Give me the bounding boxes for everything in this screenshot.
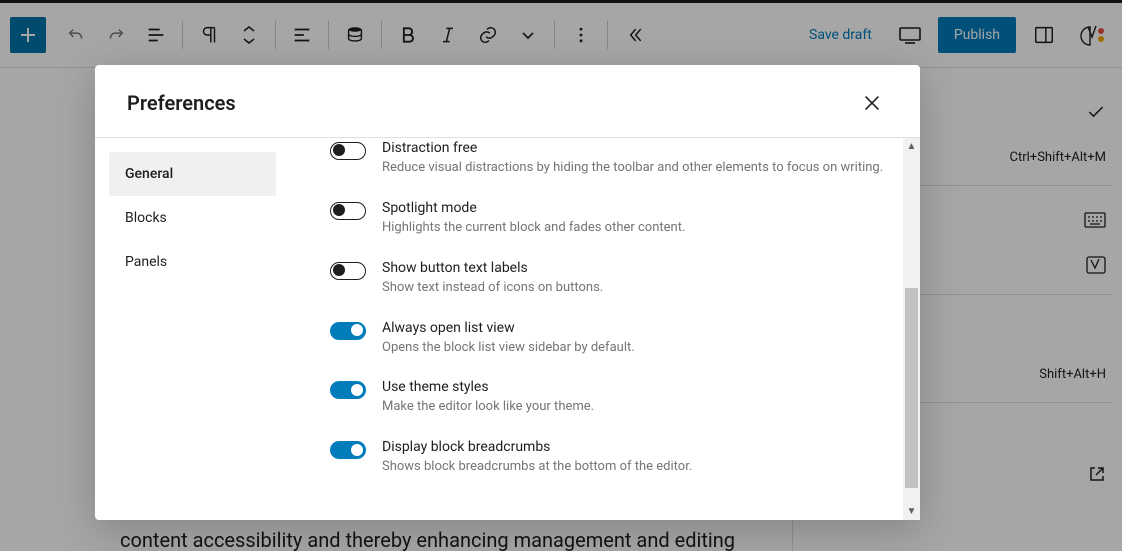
- modal-content: Distraction free Reduce visual distracti…: [290, 138, 920, 520]
- pref-label: Spotlight mode: [382, 200, 892, 216]
- pref-label: Use theme styles: [382, 379, 892, 395]
- pref-breadcrumbs: Display block breadcrumbs Shows block br…: [330, 428, 892, 488]
- pref-desc: Show text instead of icons on buttons.: [382, 279, 892, 298]
- modal-header: Preferences: [95, 65, 920, 138]
- toggle-spotlight[interactable]: [330, 202, 366, 220]
- pref-label: Display block breadcrumbs: [382, 439, 892, 455]
- tab-blocks[interactable]: Blocks: [109, 196, 276, 240]
- scrollbar-up-icon[interactable]: ▲: [903, 138, 920, 155]
- pref-label: Always open list view: [382, 320, 892, 336]
- pref-desc: Opens the block list view sidebar by def…: [382, 339, 892, 358]
- toggle-list-view[interactable]: [330, 322, 366, 340]
- preferences-modal: Preferences General Blocks Panels Distra…: [95, 65, 920, 520]
- toggle-theme-styles[interactable]: [330, 381, 366, 399]
- tab-panels[interactable]: Panels: [109, 240, 276, 284]
- toggle-breadcrumbs[interactable]: [330, 441, 366, 459]
- toggle-text-labels[interactable]: [330, 262, 366, 280]
- pref-label: Show button text labels: [382, 260, 892, 276]
- pref-desc: Make the editor look like your theme.: [382, 398, 892, 417]
- pref-desc: Highlights the current block and fades o…: [382, 219, 892, 238]
- toggle-distraction-free[interactable]: [330, 142, 366, 160]
- modal-title: Preferences: [127, 91, 236, 115]
- pref-list-view: Always open list view Opens the block li…: [330, 309, 892, 369]
- tab-general[interactable]: General: [109, 152, 276, 196]
- close-icon[interactable]: [856, 87, 888, 119]
- pref-desc: Reduce visual distractions by hiding the…: [382, 159, 892, 178]
- pref-text-labels: Show button text labels Show text instea…: [330, 249, 892, 309]
- pref-label: Distraction free: [382, 140, 892, 156]
- scrollbar-down-icon[interactable]: ▼: [903, 503, 920, 520]
- modal-body: General Blocks Panels Distraction free R…: [95, 138, 920, 520]
- pref-spotlight: Spotlight mode Highlights the current bl…: [330, 189, 892, 249]
- modal-sidebar: General Blocks Panels: [95, 138, 290, 520]
- pref-desc: Shows block breadcrumbs at the bottom of…: [382, 458, 892, 477]
- scrollbar-thumb[interactable]: [905, 288, 918, 488]
- scrollbar[interactable]: ▲ ▼: [903, 138, 920, 520]
- pref-distraction-free: Distraction free Reduce visual distracti…: [330, 140, 892, 189]
- pref-theme-styles: Use theme styles Make the editor look li…: [330, 368, 892, 428]
